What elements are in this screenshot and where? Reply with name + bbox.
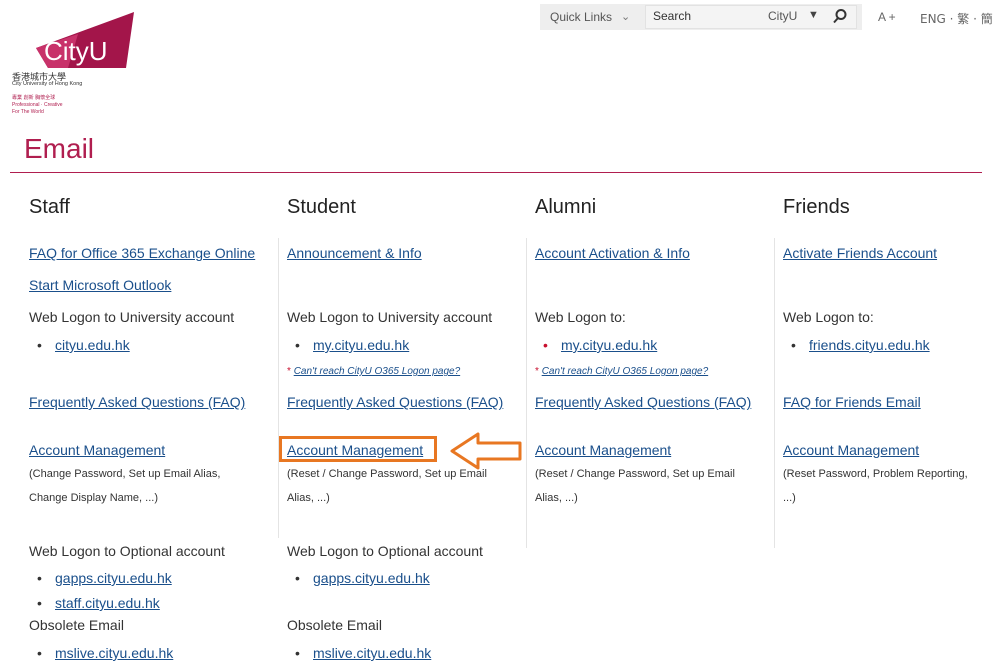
alumni-faq-link[interactable]: Frequently Asked Questions (FAQ): [535, 394, 751, 410]
column-divider: [278, 238, 279, 538]
announcement-link[interactable]: Announcement & Info: [287, 245, 422, 261]
staff-cityu-link[interactable]: staff.cityu.edu.hk: [55, 595, 160, 611]
bullet: •: [295, 645, 300, 661]
optional-logon-label: Web Logon to Optional account: [29, 543, 225, 559]
bullet: •: [37, 570, 42, 586]
obsolete-email-label: Obsolete Email: [29, 617, 124, 633]
column-divider: [526, 238, 527, 548]
cityu-edu-hk-link[interactable]: cityu.edu.hk: [55, 337, 130, 353]
obsolete-email-label: Obsolete Email: [287, 617, 382, 633]
logo-wordmark: CityU: [44, 36, 108, 66]
search-scope-select[interactable]: CityU: [768, 9, 797, 23]
student-heading: Student: [287, 196, 356, 218]
web-logon-label: Web Logon to University account: [29, 309, 235, 325]
cityu-logo-mark: CityU: [36, 12, 134, 68]
alumni-account-management-desc: (Reset / Change Password, Set up Email A…: [535, 468, 735, 504]
title-divider: [10, 172, 982, 173]
web-logon-label: Web Logon to University account: [287, 309, 493, 325]
column-divider: [774, 238, 775, 548]
bullet: •: [543, 337, 548, 353]
caret-down-icon: ▼: [808, 9, 819, 21]
friends-account-management-desc: (Reset Password, Problem Reporting, ...): [783, 468, 968, 504]
student-faq-link[interactable]: Frequently Asked Questions (FAQ): [287, 394, 503, 410]
optional-logon-label: Web Logon to Optional account: [287, 543, 483, 559]
logo-name-en: City University of Hong Kong: [12, 81, 83, 87]
search-placeholder: Search: [653, 9, 692, 23]
staff-heading: Staff: [29, 196, 70, 218]
mslive-link[interactable]: mslive.cityu.edu.hk: [313, 645, 431, 661]
logo-tagline-en2: For The World: [12, 109, 44, 115]
staff-account-management-desc: (Change Password, Set up Email Alias, Ch…: [29, 468, 221, 504]
faq-o365-link[interactable]: FAQ for Office 365 Exchange Online: [29, 245, 255, 261]
alumni-account-management-link[interactable]: Account Management: [535, 442, 671, 458]
activate-friends-link[interactable]: Activate Friends Account: [783, 245, 937, 261]
mslive-link[interactable]: mslive.cityu.edu.hk: [55, 645, 173, 661]
o365-logon-note: * Can't reach CityU O365 Logon page?: [287, 366, 460, 377]
alumni-heading: Alumni: [535, 196, 597, 218]
friends-account-management-link[interactable]: Account Management: [783, 442, 919, 458]
bullet: •: [791, 337, 796, 353]
web-logon-label: Web Logon to:: [783, 309, 874, 325]
bullet: •: [37, 595, 42, 611]
search-icon[interactable]: [832, 8, 848, 24]
font-size-button[interactable]: A +: [878, 10, 896, 24]
web-logon-label: Web Logon to:: [535, 309, 626, 325]
logo-tagline-en1: Professional · Creative: [12, 102, 63, 108]
asterisk: *: [535, 366, 539, 377]
staff-account-management-link[interactable]: Account Management: [29, 442, 165, 458]
bullet: •: [295, 570, 300, 586]
my-cityu-link[interactable]: my.cityu.edu.hk: [561, 337, 657, 353]
o365-logon-help-link[interactable]: Can't reach CityU O365 Logon page?: [294, 366, 460, 377]
my-cityu-link[interactable]: my.cityu.edu.hk: [313, 337, 409, 353]
language-switcher[interactable]: ENG · 繁 · 簡: [920, 10, 993, 27]
asterisk: *: [287, 366, 291, 377]
chevron-down-icon: ⌄: [621, 11, 631, 23]
staff-faq-link[interactable]: Frequently Asked Questions (FAQ): [29, 394, 245, 410]
account-activation-link[interactable]: Account Activation & Info: [535, 245, 690, 261]
highlight-box: [279, 436, 437, 462]
arrow-left-icon: [450, 432, 522, 470]
bullet: •: [295, 337, 300, 353]
cityu-logo[interactable]: CityU 香港城市大學 City University of Hong Kon…: [8, 10, 138, 120]
gapps-link[interactable]: gapps.cityu.edu.hk: [313, 570, 430, 586]
friends-faq-link[interactable]: FAQ for Friends Email: [783, 394, 921, 410]
gapps-link[interactable]: gapps.cityu.edu.hk: [55, 570, 172, 586]
page-title: Email: [24, 133, 95, 164]
friends-cityu-link[interactable]: friends.cityu.edu.hk: [809, 337, 930, 353]
o365-logon-help-link[interactable]: Can't reach CityU O365 Logon page?: [542, 366, 708, 377]
quick-links-menu[interactable]: Quick Links: [550, 10, 612, 24]
bullet: •: [37, 645, 42, 661]
start-outlook-link[interactable]: Start Microsoft Outlook: [29, 277, 171, 293]
friends-heading: Friends: [783, 196, 850, 218]
o365-logon-note: * Can't reach CityU O365 Logon page?: [535, 366, 708, 377]
bullet: •: [37, 337, 42, 353]
logo-tagline-cn: 專業 創新 胸懷全球: [12, 95, 56, 101]
